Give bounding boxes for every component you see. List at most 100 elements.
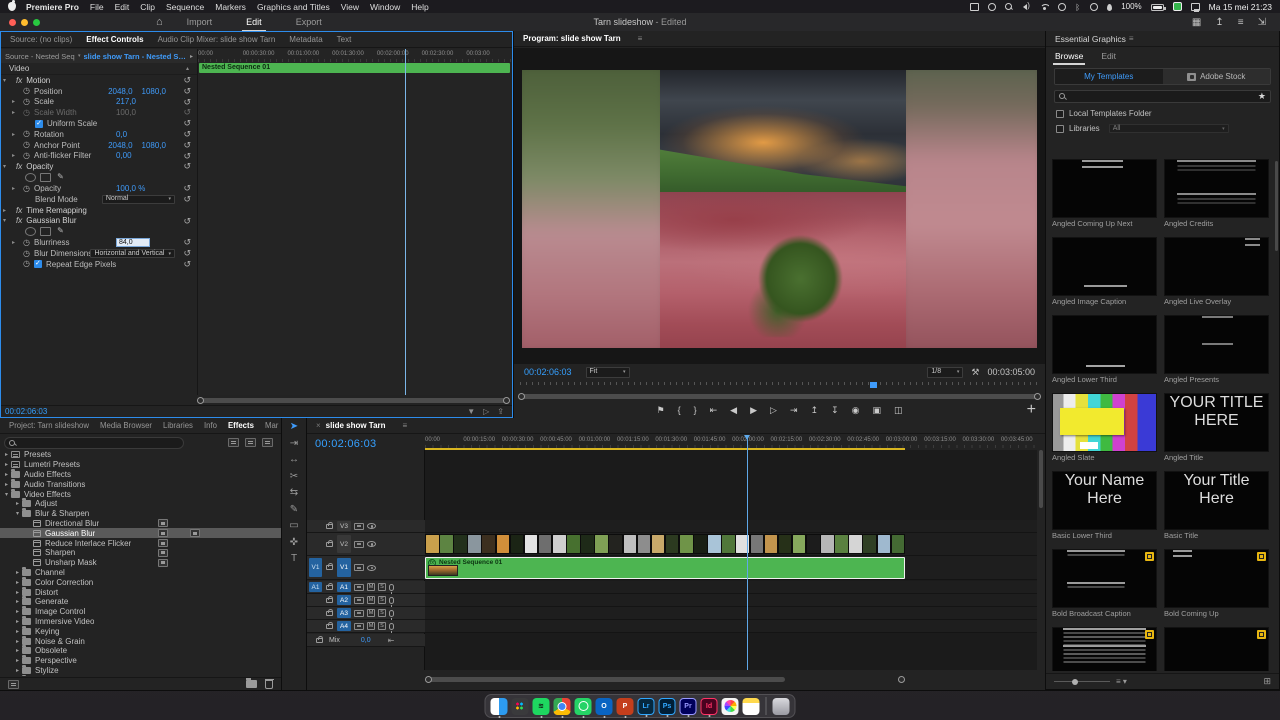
local-templates-checkbox-row[interactable]: Local Templates Folder <box>1056 109 1279 118</box>
accelerated-effects-filter-icon[interactable] <box>228 438 239 447</box>
dock-app-icon[interactable] <box>491 698 508 715</box>
transport-button[interactable]: ⚑ <box>657 405 665 416</box>
menu-clock[interactable]: Ma 15 mei 21:23 <box>1209 2 1272 12</box>
timeline-timecode[interactable]: 00:02:06:03 <box>307 435 425 450</box>
track-lane[interactable] <box>425 594 1037 607</box>
ec-time-ruler[interactable]: 00:0000:00:30:0000:01:00:0000:01:30:0000… <box>198 49 511 62</box>
effects-tree-row[interactable]: Reduce Interlace Flicker <box>0 538 281 548</box>
close-panel-icon[interactable]: × <box>316 421 321 430</box>
transport-button[interactable]: } <box>694 405 697 415</box>
sync-lock-icon[interactable] <box>354 523 364 530</box>
stopwatch-icon[interactable]: ◷ <box>23 87 30 95</box>
home-icon[interactable]: ⌂ <box>156 16 163 28</box>
video-section-header[interactable]: Video▴ <box>1 63 197 75</box>
dock-app-icon[interactable] <box>722 698 739 715</box>
blend-mode-dropdown[interactable]: Normal▾ <box>102 195 175 204</box>
effects-tree-row[interactable]: ▸ Presets <box>0 450 281 460</box>
menu-item[interactable]: Help <box>411 2 428 12</box>
header-tab[interactable]: Edit <box>246 17 262 27</box>
lock-icon[interactable] <box>326 524 333 529</box>
lock-icon[interactable] <box>326 565 333 570</box>
my-templates-toggle[interactable]: My Templates <box>1055 69 1163 84</box>
sequence-tab[interactable]: slide show Tarn <box>326 421 386 430</box>
transport-button[interactable]: ⇤ <box>710 405 718 416</box>
dock-app-icon[interactable]: Ps <box>659 698 676 715</box>
checkbox-checked[interactable]: ✓ <box>35 120 43 128</box>
ec-timecode[interactable]: 00:02:06:03 <box>1 407 47 416</box>
blur-dimensions-dropdown[interactable]: Horizontal and Vertical▾ <box>90 249 175 258</box>
mute-button[interactable]: M <box>367 583 375 591</box>
effects-tree-row[interactable]: Sharpen <box>0 548 281 558</box>
screen-mirroring-icon[interactable] <box>1191 3 1200 11</box>
panel-menu-icon[interactable]: ≡ <box>1238 17 1244 28</box>
spotlight-icon[interactable] <box>1005 3 1013 11</box>
voiceover-mic-icon[interactable] <box>389 584 394 591</box>
gaussian-blur-header[interactable]: ▾fxGaussian Blur↺ <box>1 216 197 227</box>
panel-menu-icon[interactable]: ≡ <box>1129 34 1134 43</box>
32bit-effects-filter-icon[interactable] <box>245 438 256 447</box>
uniform-scale-row[interactable]: ✓Uniform Scale↺ <box>1 118 197 129</box>
opacity-effect-header[interactable]: ▾fxOpacity↺ <box>1 161 197 172</box>
tool-button[interactable]: ✎ <box>290 505 298 515</box>
track-v2[interactable]: V2 <box>307 533 1037 556</box>
volume-icon[interactable] <box>1022 3 1031 11</box>
ellipse-mask-icon[interactable] <box>25 227 36 236</box>
solo-button[interactable]: S <box>378 583 386 591</box>
template-item[interactable]: Angled Lower Third <box>1052 315 1157 386</box>
menu-item[interactable]: Graphics and Titles <box>257 2 330 12</box>
lock-icon[interactable] <box>326 542 333 547</box>
dock-app-icon[interactable]: ≋ <box>533 698 550 715</box>
template-item[interactable]: Angled Image Caption <box>1052 237 1157 308</box>
favorites-star-icon[interactable]: ★ <box>1258 91 1266 102</box>
anti-flicker-row[interactable]: ▸◷Anti-flicker Filter0,00↺ <box>1 151 197 162</box>
template-item[interactable]: Your Title Here Basic Title <box>1164 471 1269 542</box>
battery-app-icon[interactable] <box>1173 2 1182 11</box>
template-item[interactable]: YOUR TITLE HERE Angled Title <box>1164 393 1269 464</box>
effects-tree-row[interactable]: ▸ Lumetri Presets <box>0 460 281 470</box>
track-output-eye-icon[interactable] <box>367 541 376 547</box>
timeline-horizontal-scrollbar[interactable] <box>425 675 1037 684</box>
settings-wrench-icon[interactable]: ⚒ <box>971 367 979 378</box>
tool-button[interactable]: ↔ <box>289 455 299 465</box>
transport-button[interactable]: ▶ <box>750 405 757 416</box>
list-view-icon[interactable] <box>8 680 19 689</box>
effect-controls-timeline[interactable]: 00:0000:00:30:0000:01:00:0000:01:30:0000… <box>197 49 511 395</box>
panel-tab[interactable]: Libraries <box>163 421 193 430</box>
eg-tab[interactable]: Edit <box>1101 51 1116 61</box>
blur-dimensions-row[interactable]: ◷Blur DimensionsHorizontal and Vertical▾… <box>1 248 197 259</box>
effects-search-field[interactable] <box>4 437 184 449</box>
zoom-window-button[interactable] <box>33 19 40 26</box>
track-lane[interactable] <box>425 520 1037 533</box>
transport-button[interactable]: ◀ <box>730 405 737 416</box>
menu-item[interactable]: View <box>341 2 359 12</box>
effects-tree-row[interactable]: ▸ Noise & Grain <box>0 636 281 646</box>
new-bin-icon[interactable] <box>246 680 257 688</box>
template-item[interactable]: Bold Credits <box>1052 627 1157 671</box>
timeline-playhead[interactable] <box>747 435 748 670</box>
effects-tree-row[interactable]: ▸ Distort <box>0 587 281 597</box>
rect-mask-icon[interactable] <box>40 173 51 182</box>
effects-tree-row[interactable]: ▸ Image Control <box>0 607 281 617</box>
transport-button[interactable]: ↧ <box>831 405 839 416</box>
dock-app-icon[interactable] <box>743 698 760 715</box>
panel-tab[interactable]: Media Browser <box>100 421 152 430</box>
transport-button[interactable]: ◉ <box>852 405 860 416</box>
minimize-window-button[interactable] <box>21 19 28 26</box>
transport-button[interactable]: { <box>678 405 681 415</box>
sync-lock-icon[interactable] <box>354 623 364 630</box>
clip-source-row[interactable]: Source - Nested Sequence 01 ▾ slide show… <box>1 49 197 63</box>
menu-item[interactable]: Clip <box>140 2 155 12</box>
lock-icon[interactable] <box>316 638 323 643</box>
checkbox-checked[interactable]: ✓ <box>34 260 42 268</box>
solo-button[interactable]: S <box>378 609 386 617</box>
tool-button[interactable]: ✜ <box>290 538 298 548</box>
checkbox[interactable] <box>1056 125 1064 133</box>
track-v1[interactable]: V1V1 fx Nested Sequence 01 <box>307 556 1037 580</box>
tool-button[interactable]: ▭ <box>289 521 298 531</box>
checkbox[interactable] <box>1056 110 1064 118</box>
effects-tree-row[interactable]: ▸ Immersive Video <box>0 617 281 627</box>
track-lane[interactable]: fx Nested Sequence 01 <box>425 556 1037 580</box>
opacity-value-row[interactable]: ▸◷Opacity100,0 %↺ <box>1 183 197 194</box>
tool-button[interactable]: T <box>291 554 297 564</box>
effects-tree-row[interactable]: ▸ Stylize <box>0 666 281 676</box>
